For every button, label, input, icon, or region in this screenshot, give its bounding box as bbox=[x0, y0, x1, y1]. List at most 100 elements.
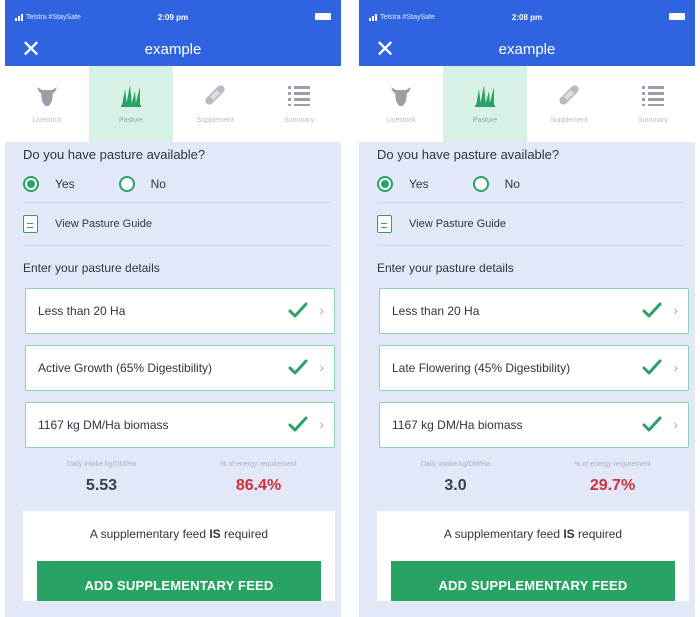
field-value: 1167 kg DM/Ha biomass bbox=[392, 418, 523, 432]
chevron-right-icon: › bbox=[319, 416, 324, 432]
guide-label: View Pasture Guide bbox=[55, 218, 153, 230]
supplement-notice-card: A supplementary feed IS required ADD SUP… bbox=[377, 511, 689, 601]
tab-pasture[interactable]: Pasture bbox=[89, 66, 173, 142]
stat-value: 86.4% bbox=[235, 477, 282, 494]
stat-label: Daily intake kg/DM/Ha bbox=[420, 461, 491, 468]
add-supplementary-feed-button[interactable]: ADD SUPPLEMENTARY FEED bbox=[391, 561, 675, 601]
supplement-notice-card: A supplementary feed IS required ADD SUP… bbox=[23, 511, 335, 601]
battery-icon bbox=[669, 13, 685, 20]
stat-label: Daily intake kg/DM/Ha bbox=[66, 461, 137, 468]
biomass-field[interactable]: 1167 kg DM/Ha biomass › bbox=[379, 402, 689, 448]
section-title: Enter your pasture details bbox=[377, 261, 514, 275]
carrier-label: Telstra #StaySafe bbox=[380, 13, 435, 21]
chevron-right-icon: › bbox=[319, 302, 324, 318]
radio-empty-icon bbox=[472, 176, 489, 192]
status-bar: Telstra #StaySafe 2:08 pm bbox=[359, 0, 695, 34]
cow-icon bbox=[37, 87, 57, 106]
app-bar: ✕ example bbox=[359, 33, 695, 66]
close-icon[interactable]: ✕ bbox=[375, 35, 395, 63]
view-pasture-guide-link[interactable]: View Pasture Guide bbox=[377, 203, 691, 245]
add-supplementary-feed-button[interactable]: ADD SUPPLEMENTARY FEED bbox=[37, 561, 321, 601]
daily-intake-stat: Daily intake kg/DM/Ha 3.0 bbox=[377, 459, 534, 495]
energy-requirement-stat: % of energy requirement 86.4% bbox=[180, 459, 337, 495]
section-title: Enter your pasture details bbox=[23, 261, 160, 275]
pasture-question: Do you have pasture available? bbox=[377, 147, 560, 162]
tab-pasture[interactable]: Pasture bbox=[443, 66, 527, 142]
status-time: 2:08 pm bbox=[511, 12, 543, 22]
grass-icon bbox=[475, 85, 495, 107]
tab-bar: Livestock Pasture Supplement Summary bbox=[359, 66, 695, 142]
biomass-field[interactable]: 1167 kg DM/Ha biomass › bbox=[25, 402, 335, 448]
check-icon bbox=[288, 302, 308, 318]
bandage-icon bbox=[559, 85, 579, 105]
tab-livestock[interactable]: Livestock bbox=[5, 66, 89, 142]
tab-summary[interactable]: Summary bbox=[611, 66, 695, 142]
radio-selected-icon bbox=[23, 176, 39, 192]
document-icon bbox=[377, 215, 392, 233]
check-icon bbox=[288, 359, 308, 375]
stat-value: 29.7% bbox=[589, 477, 636, 494]
check-icon bbox=[642, 416, 662, 432]
screenshot-stage: Telstra #StaySafe 2:09 pm ✕ example Live… bbox=[0, 0, 700, 617]
stat-value: 3.0 bbox=[444, 477, 467, 494]
radio-yes[interactable]: Yes bbox=[377, 176, 429, 192]
divider bbox=[377, 245, 685, 246]
signal-icon bbox=[369, 13, 377, 21]
radio-label: No bbox=[504, 177, 520, 191]
signal-icon bbox=[15, 13, 23, 21]
tab-label: Pasture bbox=[472, 117, 498, 124]
radio-no[interactable]: No bbox=[118, 176, 166, 192]
pasture-form: Do you have pasture available? Yes No Vi… bbox=[359, 148, 695, 601]
chevron-right-icon: › bbox=[673, 302, 678, 318]
radio-label: No bbox=[150, 177, 166, 191]
document-icon bbox=[23, 215, 38, 233]
area-field[interactable]: Less than 20 Ha › bbox=[379, 288, 689, 334]
close-icon[interactable]: ✕ bbox=[21, 35, 41, 63]
field-value: Less than 20 Ha bbox=[392, 304, 480, 318]
status-bar: Telstra #StaySafe 2:09 pm bbox=[5, 0, 341, 34]
growth-stage-field[interactable]: Late Flowering (45% Digestibility) › bbox=[379, 345, 689, 391]
tab-summary[interactable]: Summary bbox=[257, 66, 341, 142]
tab-label: Supplement bbox=[196, 117, 234, 124]
notice-text: A supplementary feed IS required bbox=[89, 527, 269, 541]
app-bar: ✕ example bbox=[5, 33, 341, 66]
stat-label: % of energy requirement bbox=[574, 461, 651, 468]
area-field[interactable]: Less than 20 Ha › bbox=[25, 288, 335, 334]
stat-value: 5.53 bbox=[85, 477, 118, 494]
daily-intake-stat: Daily intake kg/DM/Ha 5.53 bbox=[23, 459, 180, 495]
tab-label: Pasture bbox=[118, 117, 144, 124]
check-icon bbox=[288, 416, 308, 432]
field-value: 1167 kg DM/Ha biomass bbox=[38, 418, 169, 432]
status-time: 2:09 pm bbox=[157, 12, 189, 22]
list-icon bbox=[288, 86, 310, 106]
results-stats: Daily intake kg/DM/Ha 5.53 % of energy r… bbox=[23, 459, 337, 495]
field-value: Less than 20 Ha bbox=[38, 304, 126, 318]
chevron-right-icon: › bbox=[673, 416, 678, 432]
grass-icon bbox=[121, 85, 141, 107]
field-value: Active Growth (65% Digestibility) bbox=[38, 361, 213, 375]
battery-icon bbox=[315, 13, 331, 20]
tab-supplement[interactable]: Supplement bbox=[173, 66, 257, 142]
tab-livestock[interactable]: Livestock bbox=[359, 66, 443, 142]
cow-icon bbox=[391, 87, 411, 106]
tab-label: Summary bbox=[284, 117, 314, 124]
stat-label: % of energy requirement bbox=[220, 461, 297, 468]
radio-yes[interactable]: Yes bbox=[23, 176, 75, 192]
chevron-right-icon: › bbox=[319, 359, 324, 375]
phone-screen-right: Telstra #StaySafe 2:08 pm ✕ example Live… bbox=[359, 0, 695, 617]
view-pasture-guide-link[interactable]: View Pasture Guide bbox=[23, 203, 337, 245]
tab-supplement[interactable]: Supplement bbox=[527, 66, 611, 142]
field-value: Late Flowering (45% Digestibility) bbox=[392, 361, 571, 375]
pasture-radio-group: Yes No bbox=[377, 166, 691, 202]
notice-text: A supplementary feed IS required bbox=[443, 527, 623, 541]
list-icon bbox=[642, 86, 664, 106]
tab-label: Supplement bbox=[550, 117, 588, 124]
growth-stage-field[interactable]: Active Growth (65% Digestibility) › bbox=[25, 345, 335, 391]
radio-no[interactable]: No bbox=[472, 176, 520, 192]
radio-label: Yes bbox=[55, 177, 75, 191]
pasture-question: Do you have pasture available? bbox=[23, 147, 206, 162]
pasture-form: Do you have pasture available? Yes No Vi… bbox=[5, 148, 341, 601]
radio-label: Yes bbox=[409, 177, 429, 191]
divider bbox=[23, 245, 331, 246]
chevron-right-icon: › bbox=[673, 359, 678, 375]
